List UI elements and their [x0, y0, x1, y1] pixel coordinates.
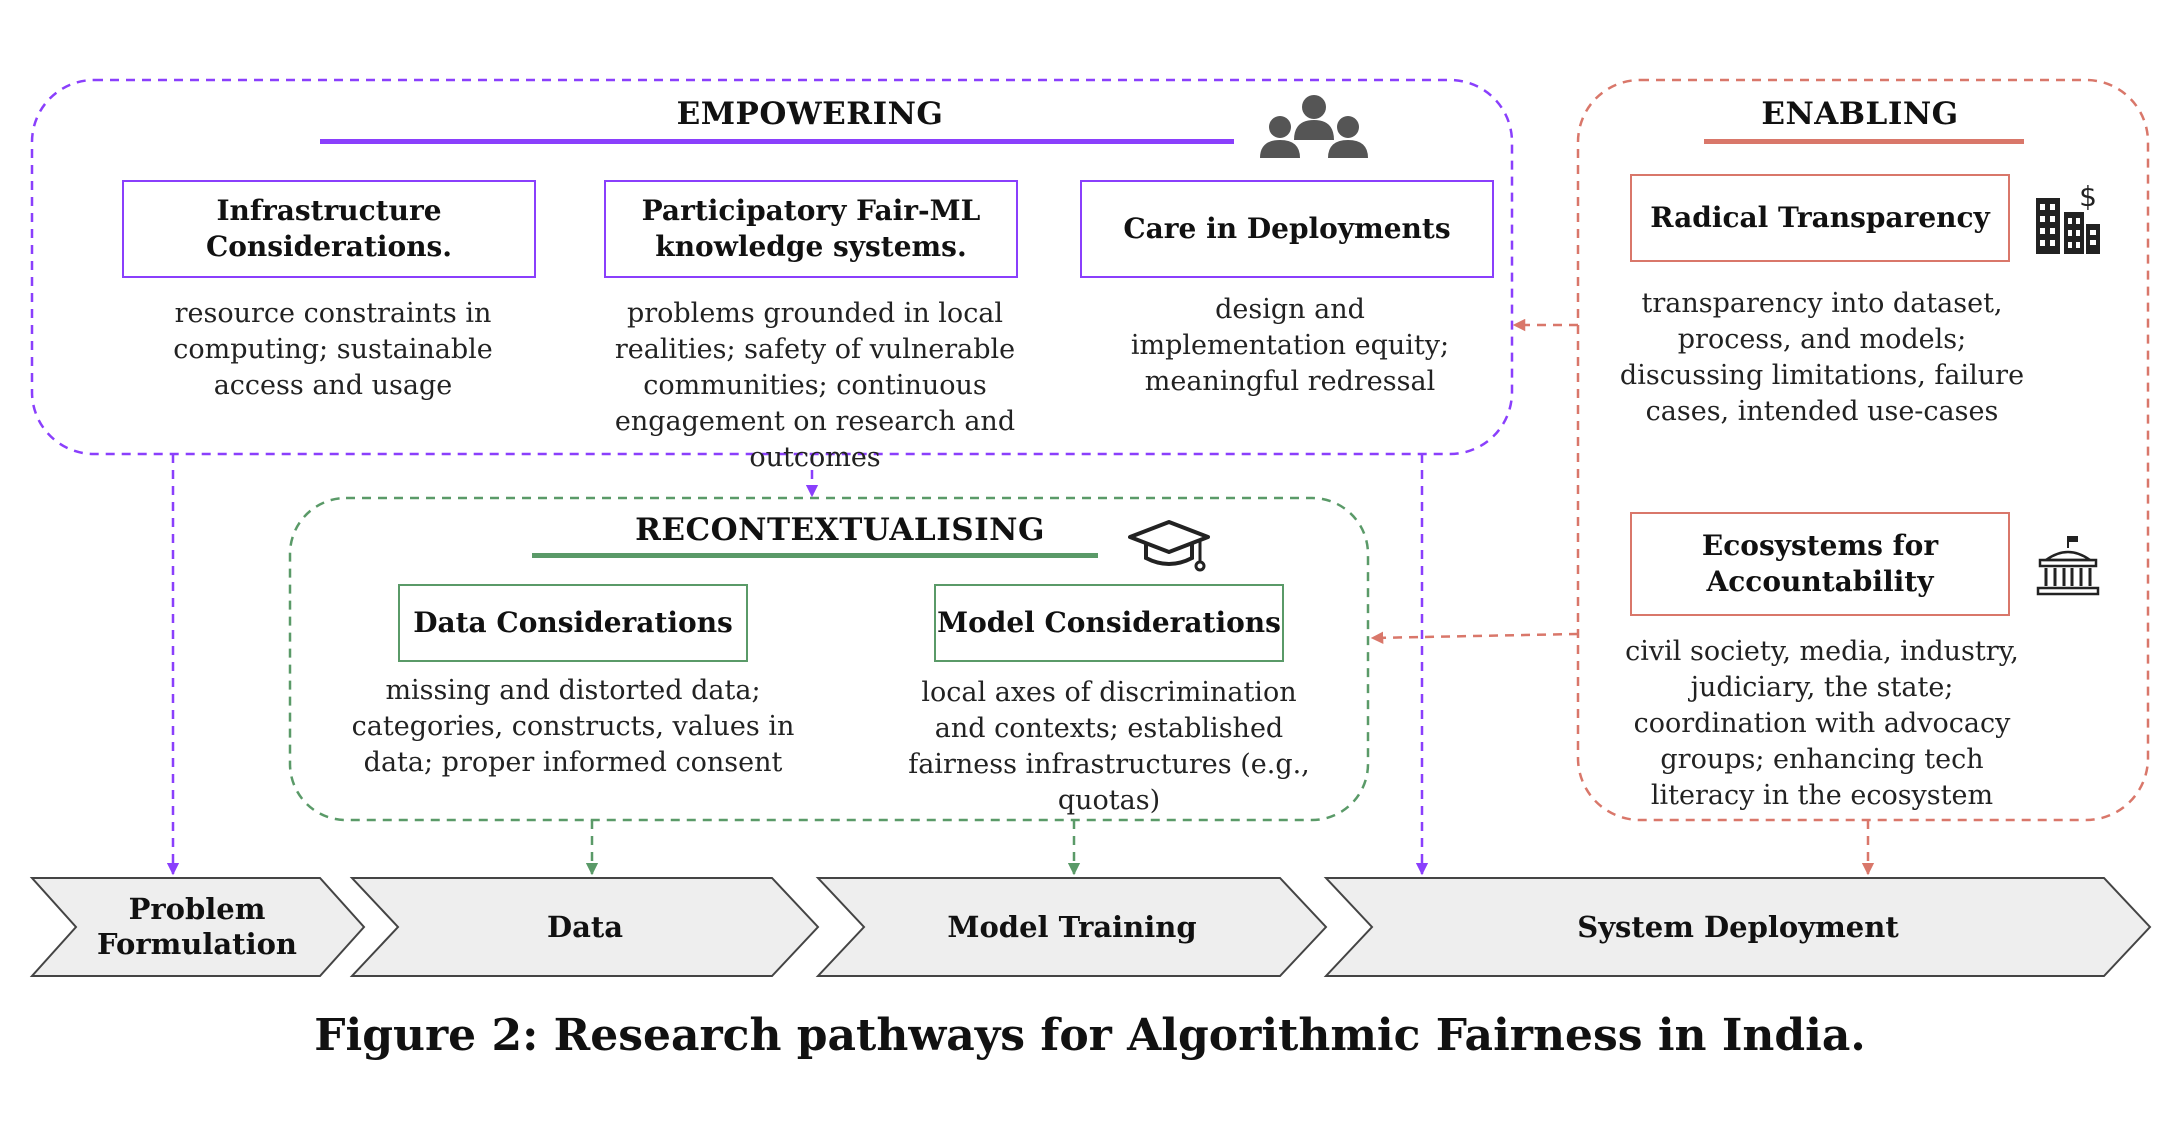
svg-text:$: $ [2079, 180, 2097, 213]
recontextualising-title: RECONTEXTUALISING [635, 512, 1045, 548]
figure-caption: Figure 2: Research pathways for Algorith… [314, 1010, 1866, 1061]
people-group-icon [1258, 94, 1370, 164]
ecosystems-accountability-title: Ecosystems for Accountability [1701, 529, 1939, 598]
radical-transparency-title: Radical Transparency [1650, 201, 1990, 234]
stage-problem-formulation: Problem Formulation [96, 892, 298, 961]
participatory-fairml-title: Participatory Fair-ML knowledge systems. [641, 194, 981, 263]
recontextualising-title-rule [532, 553, 1098, 558]
arrow-enabling-to-recontextualising [1370, 631, 1579, 645]
model-considerations-box: Model Considerations [934, 584, 1284, 662]
data-considerations-box: Data Considerations [398, 584, 748, 662]
stage-model-training: Model Training [947, 909, 1197, 944]
infrastructure-considerations-title: Infrastructure Considerations. [205, 194, 453, 263]
data-considerations-desc: missing and distorted data; categories, … [351, 675, 795, 778]
ecosystems-accountability-desc: civil society, media, industry, judiciar… [1625, 636, 2019, 811]
radical-transparency-box: Radical Transparency [1630, 174, 2010, 262]
stage-data: Data [546, 909, 624, 944]
ecosystems-accountability-box: Ecosystems for Accountability [1630, 512, 2010, 616]
infrastructure-considerations-desc: resource constraints in computing; susta… [173, 298, 493, 401]
participatory-fairml-desc: problems grounded in local realities; sa… [614, 298, 1016, 473]
government-building-icon [2034, 534, 2102, 602]
buildings-money-icon: $ [2032, 178, 2102, 260]
care-in-deployments-desc: design and implementation equity; meanin… [1130, 294, 1450, 397]
stage-system-deployment: System Deployment [1577, 909, 1899, 944]
care-in-deployments-box: Care in Deployments [1080, 180, 1494, 278]
model-considerations-title: Model Considerations [937, 606, 1281, 639]
participatory-fairml-box: Participatory Fair-ML knowledge systems. [604, 180, 1018, 278]
enabling-title: ENABLING [1761, 96, 1959, 132]
data-considerations-title: Data Considerations [413, 606, 733, 639]
empowering-title-rule [320, 139, 1234, 144]
infrastructure-considerations-box: Infrastructure Considerations. [122, 180, 536, 278]
enabling-title-rule [1704, 139, 2024, 144]
graduation-cap-icon [1128, 518, 1214, 578]
radical-transparency-desc: transparency into dataset, process, and … [1619, 288, 2025, 427]
care-in-deployments-title: Care in Deployments [1123, 212, 1451, 245]
model-considerations-desc: local axes of discrimination and context… [908, 677, 1310, 816]
empowering-title: EMPOWERING [676, 96, 944, 132]
